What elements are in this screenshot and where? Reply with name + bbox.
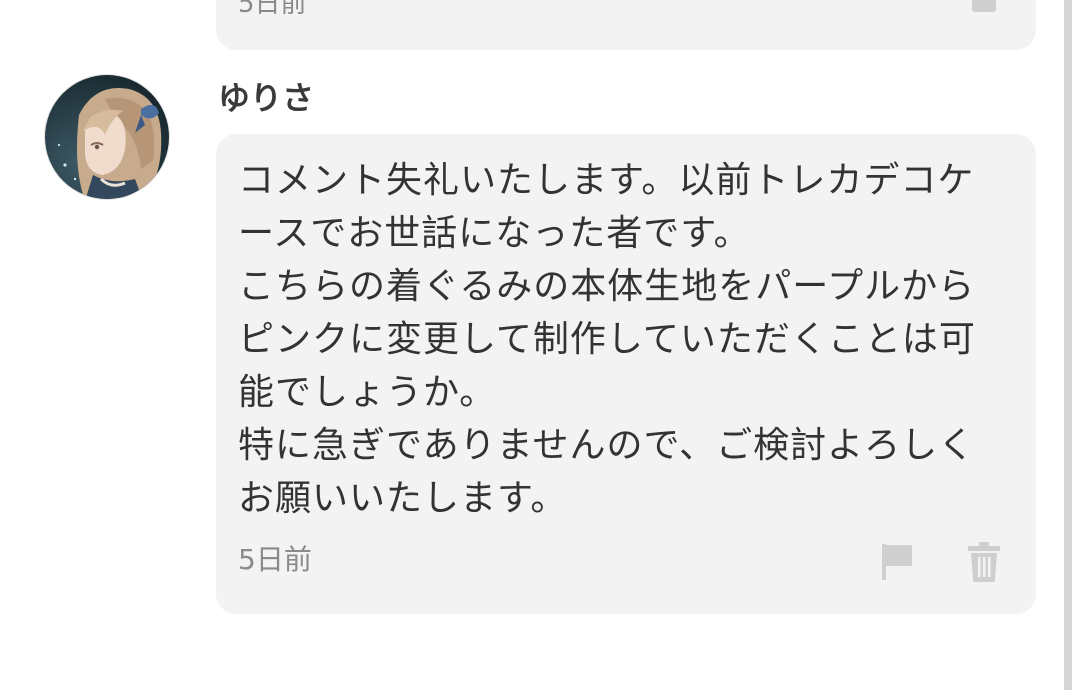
report-button[interactable] [880, 542, 916, 582]
comment-time: 5日前 [238, 543, 312, 576]
previous-comment-time: 5日前 [238, 0, 307, 19]
delete-button[interactable] [968, 542, 1000, 582]
avatar-illustration [45, 75, 169, 199]
trash-icon [968, 542, 1000, 582]
previous-delete-button[interactable] [968, 0, 1000, 20]
previous-comment-bubble: 5日前 [216, 0, 1036, 50]
comment-bubble: コメント失礼いたします。以前トレカデコケ ースでお世話になった者です。 こちらの… [216, 134, 1036, 614]
avatar[interactable] [44, 74, 170, 200]
comment-text: コメント失礼いたします。以前トレカデコケ ースでお世話になった者です。 こちらの… [238, 160, 976, 519]
flag-icon [882, 544, 912, 580]
trash-icon [972, 0, 996, 12]
username: ゆりさ [218, 79, 315, 117]
scrollbar-track [1064, 0, 1072, 690]
